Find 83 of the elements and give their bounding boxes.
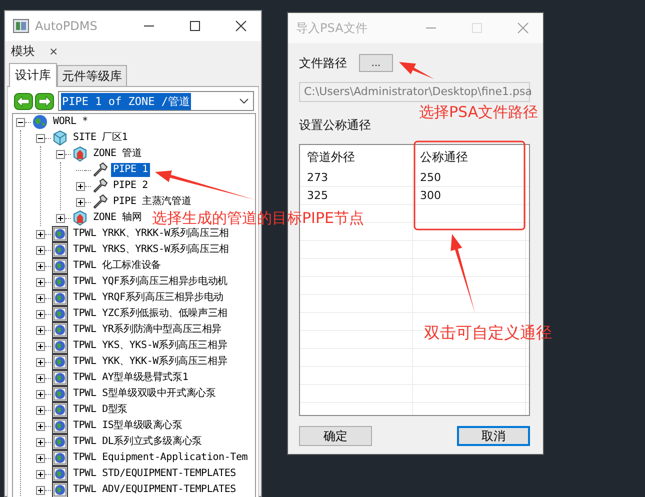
tree-item[interactable]: WORL * (51, 115, 90, 129)
pipe-icon (92, 162, 108, 178)
tree-item[interactable]: PIPE 主蒸汽管道 (111, 195, 194, 209)
tree-item[interactable]: TPWL YZC系列低振动、低噪声三相 (71, 307, 230, 321)
tree-item[interactable]: TPWL YRKK、YRKK-W系列高压三相 (71, 227, 231, 241)
tree-item[interactable]: ZONE 轴网 (91, 211, 144, 225)
maximize-icon (471, 22, 483, 34)
tree-item[interactable]: TPWL YKK、YKK-W系列高压三相异 (71, 355, 230, 369)
table-cell[interactable]: 250 (413, 169, 526, 186)
field-label: 文件路径 (299, 54, 347, 72)
cube-icon (72, 146, 88, 162)
tree-item[interactable]: TPWL S型单级双吸中开式离心泵 (71, 387, 218, 401)
tree-item[interactable]: TPWL Equipment-Application-Tem (71, 451, 250, 465)
expand-icon[interactable] (36, 326, 45, 334)
window-title: 导入PSA文件 (296, 20, 368, 36)
tree-item[interactable]: TPWL DL系列立式多级离心泵 (71, 435, 204, 449)
tab[interactable]: 设计库 (9, 63, 57, 87)
section-label: 设置公称通径 (299, 117, 372, 134)
tree-item[interactable]: TPWL ADV/EQUIPMENT-TEMPLATES (71, 483, 238, 497)
forward-button[interactable] (35, 92, 54, 110)
arrow (399, 62, 434, 79)
app-icon (13, 19, 29, 33)
tree-item[interactable]: TPWL 化工标准设备 (71, 259, 163, 273)
expand-icon[interactable] (36, 246, 45, 254)
collapse-icon[interactable] (16, 118, 25, 126)
tree-item[interactable]: PIPE 1 (111, 163, 150, 177)
cube-icon (72, 210, 88, 226)
expand-icon[interactable] (36, 262, 45, 270)
expand-icon[interactable] (36, 438, 45, 446)
table-cell[interactable]: 300 (413, 187, 526, 204)
dialog-button[interactable]: 确定 (299, 426, 372, 446)
pipe-icon (92, 178, 108, 194)
tree-item[interactable]: ZONE 管道 (91, 147, 144, 161)
pipe-icon (92, 194, 108, 210)
cube-icon (52, 130, 68, 146)
window-title: AutoPDMS (35, 19, 98, 33)
expand-icon[interactable] (36, 390, 45, 398)
expand-icon[interactable] (36, 230, 45, 238)
expand-icon[interactable] (36, 342, 45, 350)
expand-icon[interactable] (36, 294, 45, 302)
tree-item[interactable]: TPWL D型泵 (71, 403, 130, 417)
globe-icon (32, 114, 48, 130)
tree-item[interactable]: TPWL YKS、YKS-W系列高压三相异 (71, 339, 230, 353)
expand-icon[interactable] (36, 422, 45, 430)
tree-item[interactable]: TPWL AY型单级悬臂式泵1 (71, 371, 190, 385)
browse-button[interactable]: ... (359, 54, 393, 72)
column-header: 公称通径 (419, 149, 469, 166)
column-header: 管道外径 (306, 149, 356, 166)
expand-icon[interactable] (36, 374, 45, 382)
expand-icon[interactable] (36, 358, 45, 366)
address-dropdown[interactable]: PIPE 1 of ZONE /管道 (58, 91, 254, 111)
maximize-icon (189, 20, 201, 32)
expand-icon[interactable] (36, 486, 45, 494)
expand-icon[interactable] (76, 198, 85, 206)
panel-tab[interactable]: 模块 (11, 42, 35, 60)
close-button[interactable]: × (49, 44, 58, 58)
tree-item[interactable]: TPWL STD/EQUIPMENT-TEMPLATES (71, 467, 238, 481)
table-cell[interactable]: 325 (300, 187, 413, 204)
tree-item[interactable]: TPWL YRKS、YRKS-W系列高压三相 (71, 243, 231, 257)
tree-item[interactable]: TPWL YRQF系列高压三相异步电动 (71, 291, 226, 305)
tab[interactable]: 元件等级库 (57, 65, 127, 86)
tree-item[interactable]: TPWL YQF系列高压三相异步电动机 (71, 275, 230, 289)
annotation-text: 选择PSA文件路径 (419, 103, 538, 122)
input-field: C:\Users\Administrator\Desktop\fine1.psa (299, 82, 530, 102)
expand-icon[interactable] (36, 278, 45, 286)
tree-item[interactable]: PIPE 2 (111, 179, 150, 193)
expand-icon[interactable] (36, 310, 45, 318)
expand-icon[interactable] (76, 182, 85, 190)
expand-icon[interactable] (36, 454, 45, 462)
expand-icon[interactable] (36, 470, 45, 478)
collapse-icon[interactable] (36, 134, 45, 142)
chevron-down-icon (239, 98, 249, 104)
close-icon (235, 20, 247, 32)
tree-item[interactable]: TPWL IS型单级吸离心泵 (71, 419, 184, 433)
table-cell[interactable]: 273 (300, 169, 413, 186)
expand-icon[interactable] (36, 406, 45, 414)
expand-icon[interactable] (56, 214, 65, 222)
collapse-icon[interactable] (56, 150, 65, 158)
dialog-button[interactable]: 取消 (457, 426, 530, 446)
tree-item[interactable]: TPWL YR系列防滴中型高压三相异 (71, 323, 224, 337)
tree-item[interactable]: SITE 厂区1 (71, 131, 130, 145)
close-icon (517, 22, 529, 34)
back-button[interactable] (14, 92, 33, 110)
